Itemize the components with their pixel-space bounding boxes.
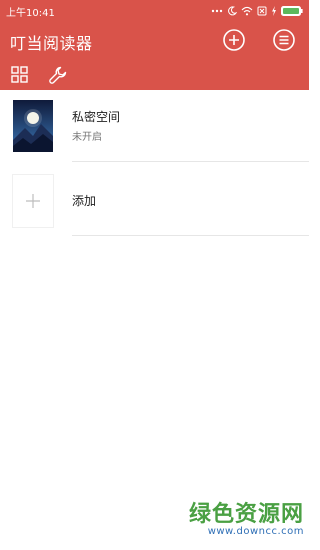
app-header: 上午10:41 叮当阅读器 (0, 0, 309, 90)
charging-icon (272, 6, 276, 16)
wrench-icon (49, 66, 67, 84)
moon-icon (228, 6, 237, 16)
plus-circle-icon (223, 29, 245, 51)
wifi-icon (241, 6, 253, 16)
status-bar: 上午10:41 (0, 0, 309, 22)
status-icons (211, 4, 303, 18)
settings-button[interactable] (48, 65, 68, 85)
dots-icon (211, 9, 223, 13)
private-space-cover (13, 100, 53, 152)
app-title: 叮当阅读器 (10, 34, 93, 53)
divider (72, 235, 309, 236)
add-item[interactable]: 添加 (0, 165, 309, 237)
watermark-title: 绿色资源网 (188, 502, 304, 527)
toolbar (0, 60, 309, 90)
add-book-button[interactable] (222, 28, 246, 52)
status-time: 上午10:41 (6, 8, 55, 19)
battery-icon (281, 6, 303, 16)
private-space-item[interactable]: 私密空间 未开启 (0, 90, 309, 162)
add-placeholder (13, 175, 53, 227)
divider (72, 161, 309, 162)
grid-view-button[interactable] (10, 65, 30, 85)
menu-button[interactable] (272, 28, 296, 52)
item-status: 未开启 (72, 132, 102, 143)
menu-circle-icon (273, 29, 295, 51)
watermark: 绿色资源网 www.downcc.com (174, 496, 304, 537)
item-title: 私密空间 (72, 110, 121, 124)
app-bar: 叮当阅读器 (0, 22, 309, 58)
grid-icon (11, 66, 28, 83)
sim-icon (257, 6, 267, 16)
plus-icon (26, 194, 40, 208)
item-title: 添加 (72, 194, 97, 208)
night-mountain-icon (13, 100, 53, 152)
